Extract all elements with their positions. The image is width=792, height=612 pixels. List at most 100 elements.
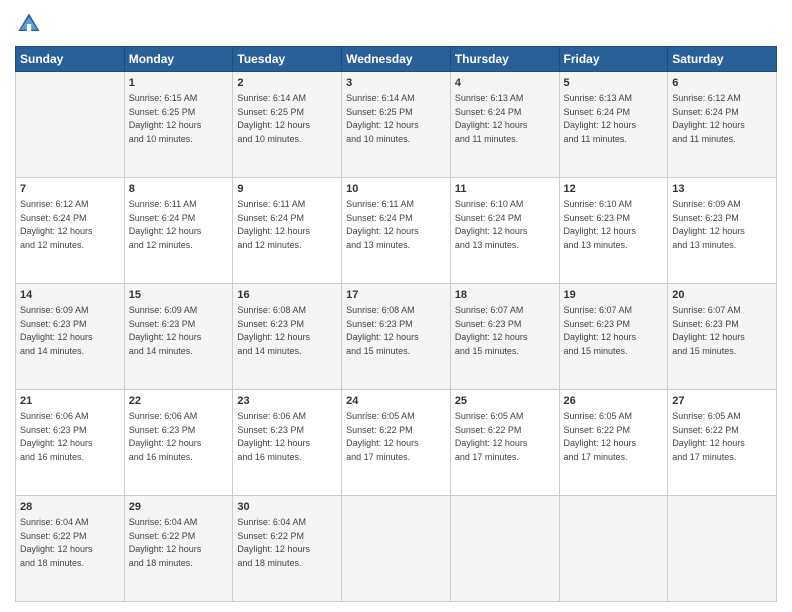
- day-info: Sunrise: 6:13 AM Sunset: 6:24 PM Dayligh…: [564, 93, 637, 144]
- calendar-cell: 23 Sunrise: 6:06 AM Sunset: 6:23 PM Dayli…: [233, 390, 342, 496]
- calendar-cell: 2 Sunrise: 6:14 AM Sunset: 6:25 PM Daylig…: [233, 72, 342, 178]
- day-number: 9: [237, 182, 337, 197]
- calendar-cell: 9 Sunrise: 6:11 AM Sunset: 6:24 PM Daylig…: [233, 178, 342, 284]
- day-number: 2: [237, 76, 337, 91]
- day-info: Sunrise: 6:13 AM Sunset: 6:24 PM Dayligh…: [455, 93, 528, 144]
- calendar-cell: 10 Sunrise: 6:11 AM Sunset: 6:24 PM Dayli…: [342, 178, 451, 284]
- weekday-header: Thursday: [450, 47, 559, 72]
- day-info: Sunrise: 6:12 AM Sunset: 6:24 PM Dayligh…: [672, 93, 745, 144]
- day-number: 6: [672, 76, 772, 91]
- calendar-cell: [16, 72, 125, 178]
- calendar-cell: 14 Sunrise: 6:09 AM Sunset: 6:23 PM Dayli…: [16, 284, 125, 390]
- day-number: 7: [20, 182, 120, 197]
- day-number: 29: [129, 500, 229, 515]
- day-number: 16: [237, 288, 337, 303]
- calendar-cell: [450, 496, 559, 602]
- day-number: 14: [20, 288, 120, 303]
- day-info: Sunrise: 6:05 AM Sunset: 6:22 PM Dayligh…: [672, 411, 745, 462]
- calendar-cell: 4 Sunrise: 6:13 AM Sunset: 6:24 PM Daylig…: [450, 72, 559, 178]
- day-number: 17: [346, 288, 446, 303]
- calendar-cell: 25 Sunrise: 6:05 AM Sunset: 6:22 PM Dayli…: [450, 390, 559, 496]
- day-number: 12: [564, 182, 664, 197]
- calendar-week-row: 1Sunrise: 6:15 AM Sunset: 6:25 PM Daylig…: [16, 72, 777, 178]
- day-number: 25: [455, 394, 555, 409]
- day-info: Sunrise: 6:06 AM Sunset: 6:23 PM Dayligh…: [129, 411, 202, 462]
- calendar-table: SundayMondayTuesdayWednesdayThursdayFrid…: [15, 46, 777, 602]
- calendar-cell: 3 Sunrise: 6:14 AM Sunset: 6:25 PM Daylig…: [342, 72, 451, 178]
- day-info: Sunrise: 6:14 AM Sunset: 6:25 PM Dayligh…: [237, 93, 310, 144]
- day-info: Sunrise: 6:11 AM Sunset: 6:24 PM Dayligh…: [346, 199, 419, 250]
- weekday-header: Friday: [559, 47, 668, 72]
- day-info: Sunrise: 6:04 AM Sunset: 6:22 PM Dayligh…: [237, 517, 310, 568]
- calendar-cell: 1Sunrise: 6:15 AM Sunset: 6:25 PM Daylig…: [124, 72, 233, 178]
- day-number: 4: [455, 76, 555, 91]
- weekday-header: Monday: [124, 47, 233, 72]
- day-number: 24: [346, 394, 446, 409]
- calendar-cell: 22Sunrise: 6:06 AM Sunset: 6:23 PM Dayli…: [124, 390, 233, 496]
- weekday-header: Saturday: [668, 47, 777, 72]
- day-info: Sunrise: 6:07 AM Sunset: 6:23 PM Dayligh…: [564, 305, 637, 356]
- calendar-header-row: SundayMondayTuesdayWednesdayThursdayFrid…: [16, 47, 777, 72]
- calendar-cell: 28Sunrise: 6:04 AM Sunset: 6:22 PM Dayli…: [16, 496, 125, 602]
- calendar-cell: 19 Sunrise: 6:07 AM Sunset: 6:23 PM Dayli…: [559, 284, 668, 390]
- day-info: Sunrise: 6:06 AM Sunset: 6:23 PM Dayligh…: [237, 411, 310, 462]
- day-number: 15: [129, 288, 229, 303]
- day-number: 20: [672, 288, 772, 303]
- calendar-cell: 11 Sunrise: 6:10 AM Sunset: 6:24 PM Dayli…: [450, 178, 559, 284]
- day-info: Sunrise: 6:05 AM Sunset: 6:22 PM Dayligh…: [455, 411, 528, 462]
- calendar-cell: [668, 496, 777, 602]
- calendar-cell: 13Sunrise: 6:09 AM Sunset: 6:23 PM Dayli…: [668, 178, 777, 284]
- day-info: Sunrise: 6:11 AM Sunset: 6:24 PM Dayligh…: [237, 199, 310, 250]
- calendar-cell: 16 Sunrise: 6:08 AM Sunset: 6:23 PM Dayli…: [233, 284, 342, 390]
- day-info: Sunrise: 6:08 AM Sunset: 6:23 PM Dayligh…: [237, 305, 310, 356]
- calendar-week-row: 21 Sunrise: 6:06 AM Sunset: 6:23 PM Dayli…: [16, 390, 777, 496]
- day-info: Sunrise: 6:06 AM Sunset: 6:23 PM Dayligh…: [20, 411, 93, 462]
- header: [15, 10, 777, 38]
- weekday-header: Tuesday: [233, 47, 342, 72]
- day-number: 11: [455, 182, 555, 197]
- day-info: Sunrise: 6:07 AM Sunset: 6:23 PM Dayligh…: [455, 305, 528, 356]
- day-info: Sunrise: 6:14 AM Sunset: 6:25 PM Dayligh…: [346, 93, 419, 144]
- day-info: Sunrise: 6:07 AM Sunset: 6:23 PM Dayligh…: [672, 305, 745, 356]
- day-info: Sunrise: 6:15 AM Sunset: 6:25 PM Dayligh…: [129, 93, 202, 144]
- day-info: Sunrise: 6:10 AM Sunset: 6:23 PM Dayligh…: [564, 199, 637, 250]
- calendar-cell: 7 Sunrise: 6:12 AM Sunset: 6:24 PM Daylig…: [16, 178, 125, 284]
- day-number: 18: [455, 288, 555, 303]
- calendar-week-row: 14 Sunrise: 6:09 AM Sunset: 6:23 PM Dayli…: [16, 284, 777, 390]
- calendar-cell: 24 Sunrise: 6:05 AM Sunset: 6:22 PM Dayli…: [342, 390, 451, 496]
- calendar-cell: 5 Sunrise: 6:13 AM Sunset: 6:24 PM Daylig…: [559, 72, 668, 178]
- day-number: 13: [672, 182, 772, 197]
- day-info: Sunrise: 6:11 AM Sunset: 6:24 PM Dayligh…: [129, 199, 202, 250]
- calendar-cell: 26 Sunrise: 6:05 AM Sunset: 6:22 PM Dayli…: [559, 390, 668, 496]
- logo-icon: [15, 10, 43, 38]
- calendar-cell: [559, 496, 668, 602]
- day-number: 10: [346, 182, 446, 197]
- calendar-cell: [342, 496, 451, 602]
- calendar-cell: 30Sunrise: 6:04 AM Sunset: 6:22 PM Dayli…: [233, 496, 342, 602]
- day-info: Sunrise: 6:09 AM Sunset: 6:23 PM Dayligh…: [20, 305, 93, 356]
- day-number: 8: [129, 182, 229, 197]
- calendar-week-row: 7 Sunrise: 6:12 AM Sunset: 6:24 PM Daylig…: [16, 178, 777, 284]
- day-info: Sunrise: 6:09 AM Sunset: 6:23 PM Dayligh…: [129, 305, 202, 356]
- day-number: 27: [672, 394, 772, 409]
- day-info: Sunrise: 6:04 AM Sunset: 6:22 PM Dayligh…: [129, 517, 202, 568]
- day-info: Sunrise: 6:12 AM Sunset: 6:24 PM Dayligh…: [20, 199, 93, 250]
- calendar-cell: 29 Sunrise: 6:04 AM Sunset: 6:22 PM Dayli…: [124, 496, 233, 602]
- page: SundayMondayTuesdayWednesdayThursdayFrid…: [0, 0, 792, 612]
- weekday-header: Wednesday: [342, 47, 451, 72]
- calendar-cell: 15 Sunrise: 6:09 AM Sunset: 6:23 PM Dayli…: [124, 284, 233, 390]
- calendar-cell: 6 Sunrise: 6:12 AM Sunset: 6:24 PM Daylig…: [668, 72, 777, 178]
- day-number: 28: [20, 500, 120, 515]
- day-number: 5: [564, 76, 664, 91]
- calendar-cell: 17Sunrise: 6:08 AM Sunset: 6:23 PM Dayli…: [342, 284, 451, 390]
- calendar-cell: 18 Sunrise: 6:07 AM Sunset: 6:23 PM Dayli…: [450, 284, 559, 390]
- day-info: Sunrise: 6:10 AM Sunset: 6:24 PM Dayligh…: [455, 199, 528, 250]
- day-number: 3: [346, 76, 446, 91]
- day-number: 26: [564, 394, 664, 409]
- day-info: Sunrise: 6:05 AM Sunset: 6:22 PM Dayligh…: [346, 411, 419, 462]
- calendar-cell: 12 Sunrise: 6:10 AM Sunset: 6:23 PM Dayli…: [559, 178, 668, 284]
- day-number: 23: [237, 394, 337, 409]
- day-info: Sunrise: 6:05 AM Sunset: 6:22 PM Dayligh…: [564, 411, 637, 462]
- day-number: 19: [564, 288, 664, 303]
- day-number: 21: [20, 394, 120, 409]
